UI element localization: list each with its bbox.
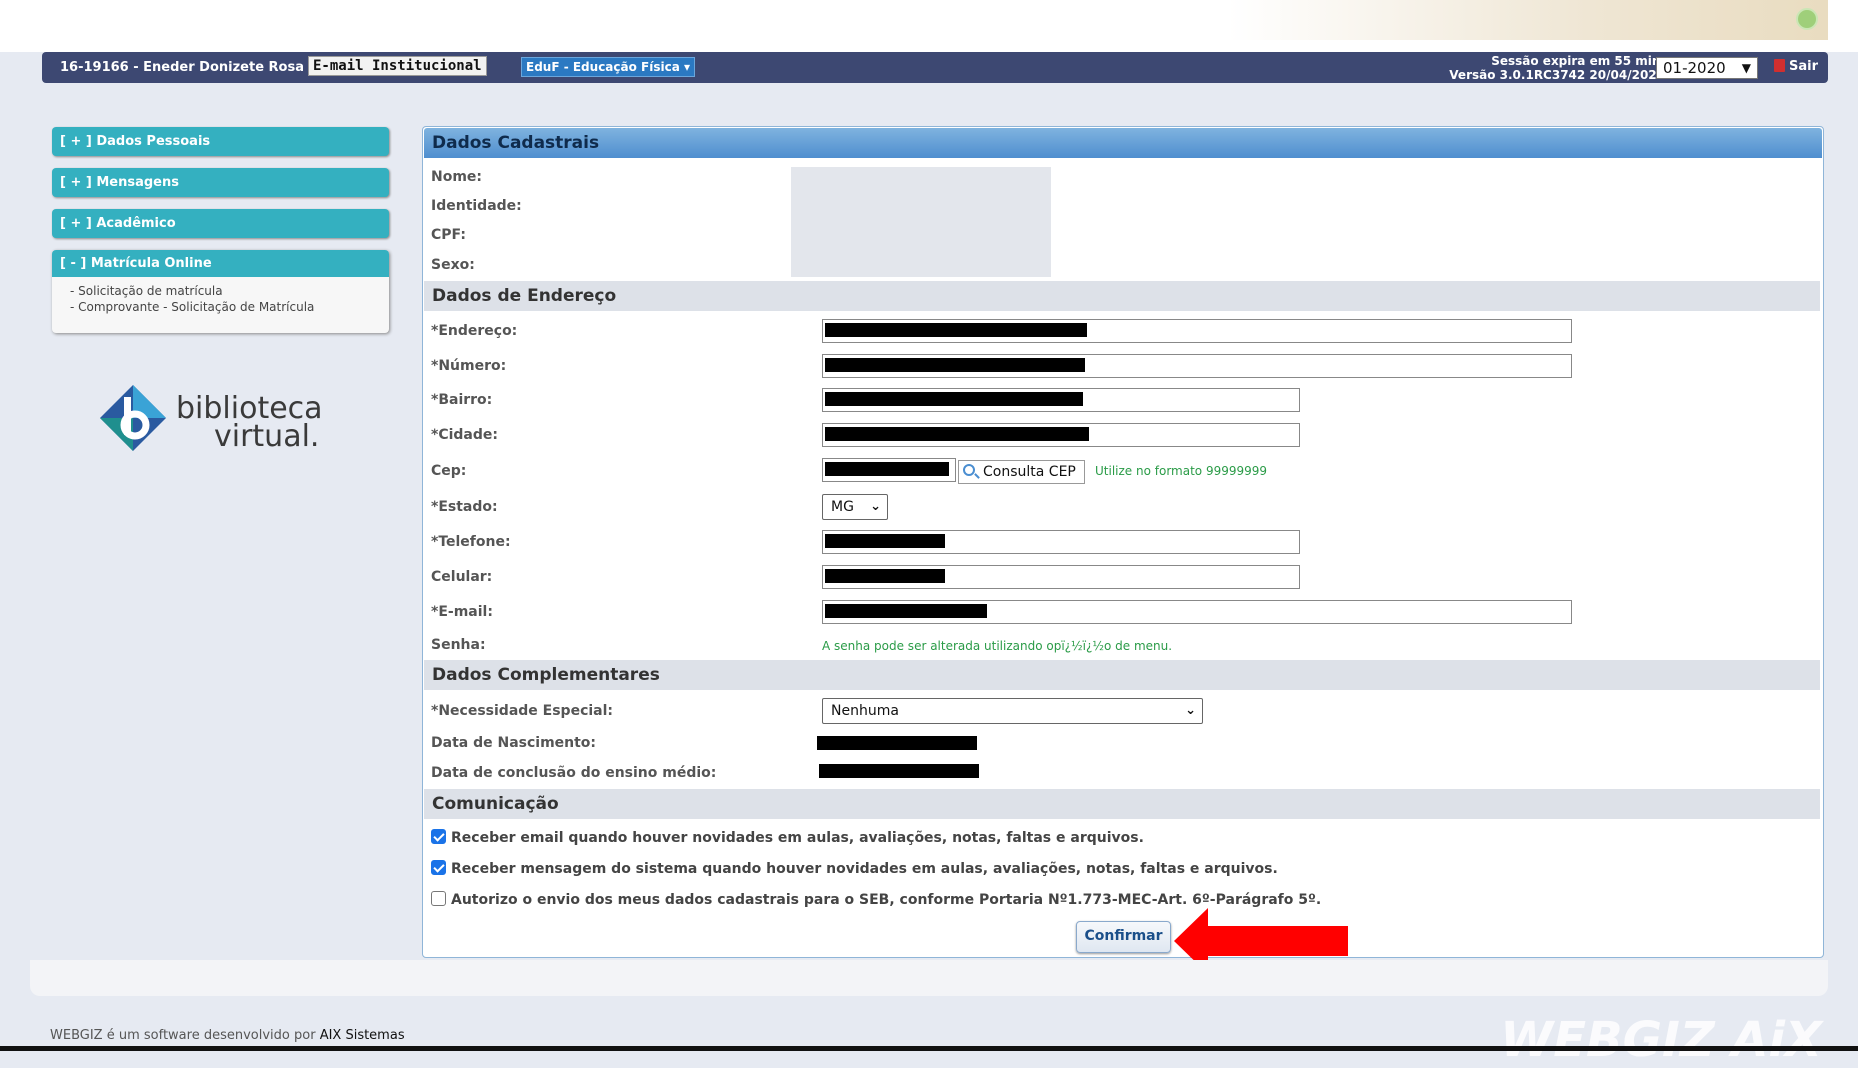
label-cidade: *Cidade: (431, 427, 498, 443)
sidebar-menu: [ + ] Dados Pessoais [ + ] Mensagens [ +… (52, 127, 389, 333)
panel-title: Dados Cadastrais (424, 128, 1822, 158)
label-necessidade-especial: *Necessidade Especial: (431, 703, 614, 719)
period-value: 01-2020 (1663, 59, 1726, 77)
dados-cadastrais-panel: Dados Cadastrais Nome: Identidade: CPF: … (422, 126, 1824, 958)
label-cep: Cep: (431, 463, 467, 479)
header-decoration-icon (1796, 8, 1818, 30)
consulta-cep-button[interactable]: Consulta CEP (958, 460, 1085, 484)
cidade-input[interactable] (822, 423, 1300, 447)
celular-input[interactable] (822, 565, 1300, 589)
telefone-input[interactable] (822, 530, 1300, 554)
confirm-button[interactable]: Confirmar (1076, 921, 1171, 953)
checkbox-seb[interactable] (431, 891, 446, 906)
label-sexo: Sexo: (431, 257, 475, 273)
section-endereco: Dados de Endereço (424, 281, 1820, 311)
checkbox-row-email[interactable]: Receber email quando houver novidades em… (431, 829, 1144, 846)
link-comprovante-matricula[interactable]: - Comprovante - Solicitação de Matrícula (70, 299, 389, 315)
chevron-down-icon: ▼ (1741, 61, 1751, 75)
label-email: *E-mail: (431, 604, 493, 620)
exit-icon (1773, 59, 1785, 72)
cep-hint: Utilize no formato 99999999 (1095, 464, 1268, 478)
estado-select[interactable]: MG ⌄ (822, 494, 888, 520)
top-strip (0, 0, 1858, 52)
label-bairro: *Bairro: (431, 392, 493, 408)
sidebar-item-dados-pessoais[interactable]: [ + ] Dados Pessoais (52, 127, 389, 156)
version-label: Versão 3.0.1RC3742 20/04/2020 (1449, 68, 1665, 82)
checkbox-row-seb[interactable]: Autorizo o envio dos meus dados cadastra… (431, 891, 1321, 908)
estado-value: MG (831, 499, 854, 515)
sidebar-item-mensagens[interactable]: [ + ] Mensagens (52, 168, 389, 197)
session-expiry: Sessão expira em 55 min. (1491, 54, 1665, 68)
sidebar-matricula-header[interactable]: [ - ] Matrícula Online (52, 250, 389, 277)
footer-text: WEBGIZ é um software desenvolvido por (50, 1028, 320, 1043)
checkbox-row-mensagem[interactable]: Receber mensagem do sistema quando houve… (431, 860, 1278, 877)
checkbox-seb-label: Autorizo o envio dos meus dados cadastra… (451, 892, 1322, 908)
chevron-down-icon: ⌄ (1185, 703, 1196, 718)
logo-text-line2: virtual. (214, 419, 320, 454)
magnifier-icon (963, 464, 975, 476)
footer-credit: WEBGIZ é um software desenvolvido por AI… (50, 1028, 405, 1043)
label-celular: Celular: (431, 569, 493, 585)
label-cpf: CPF: (431, 227, 466, 243)
label-estado: *Estado: (431, 499, 498, 515)
checkbox-mensagem-label: Receber mensagem do sistema quando houve… (451, 861, 1278, 877)
link-solicitacao-matricula[interactable]: - Solicitação de matrícula (70, 283, 389, 299)
header-decoration (1228, 0, 1828, 40)
label-telefone: *Telefone: (431, 534, 511, 550)
label-data-conclusao: Data de conclusão do ensino médio: (431, 765, 717, 781)
checkbox-email-label: Receber email quando houver novidades em… (451, 830, 1144, 846)
label-numero: *Número: (431, 358, 507, 374)
section-comunicacao: Comunicação (424, 789, 1820, 819)
senha-hint: A senha pode ser alterada utilizando opï… (822, 639, 1173, 653)
email-institucional-button[interactable]: E-mail Institucional (308, 56, 487, 76)
label-identidade: Identidade: (431, 198, 522, 214)
period-select[interactable]: 01-2020 ▼ (1656, 57, 1758, 79)
sidebar-item-academico[interactable]: [ + ] Acadêmico (52, 209, 389, 238)
checkbox-email[interactable] (431, 829, 446, 844)
necessidade-value: Nenhuma (831, 703, 899, 719)
sidebar-item-matricula-online: [ - ] Matrícula Online - Solicitação de … (52, 250, 389, 333)
logout-label: Sair (1788, 59, 1818, 74)
redacted-personal-data (791, 167, 1051, 277)
top-bar: 16-19166 - Eneder Donizete Rosa E-mail I… (42, 52, 1828, 83)
logout-button[interactable]: Sair (1773, 59, 1818, 74)
bairro-input[interactable] (822, 388, 1300, 412)
bottom-bar (0, 1046, 1858, 1051)
course-dropdown[interactable]: EduF - Educação Física ▾ (521, 57, 696, 77)
cep-input[interactable] (822, 458, 956, 482)
consulta-cep-label: Consulta CEP (983, 464, 1076, 480)
user-name: 16-19166 - Eneder Donizete Rosa (60, 60, 304, 75)
section-complementares: Dados Complementares (424, 660, 1820, 690)
checkbox-mensagem[interactable] (431, 860, 446, 875)
biblioteca-logo-icon (100, 385, 166, 451)
email-input[interactable] (822, 600, 1572, 624)
session-info: Sessão expira em 55 min. Versão 3.0.1RC3… (1449, 54, 1665, 82)
endereco-input[interactable] (822, 319, 1572, 343)
webgiz-aix-logo: WEBGIZ AiX (1500, 1012, 1822, 1068)
biblioteca-virtual-logo[interactable]: biblioteca virtual. (98, 383, 323, 458)
redacted-nascimento (817, 736, 977, 750)
chevron-down-icon: ⌄ (870, 499, 881, 514)
label-nome: Nome: (431, 169, 483, 185)
label-data-nascimento: Data de Nascimento: (431, 735, 597, 751)
footer-band (30, 960, 1828, 996)
label-endereco: *Endereço: (431, 323, 518, 339)
aix-sistemas-link[interactable]: AIX Sistemas (320, 1028, 405, 1043)
numero-input[interactable] (822, 354, 1572, 378)
necessidade-especial-select[interactable]: Nenhuma ⌄ (822, 698, 1203, 724)
redacted-conclusao (819, 764, 979, 778)
label-senha: Senha: (431, 637, 486, 653)
